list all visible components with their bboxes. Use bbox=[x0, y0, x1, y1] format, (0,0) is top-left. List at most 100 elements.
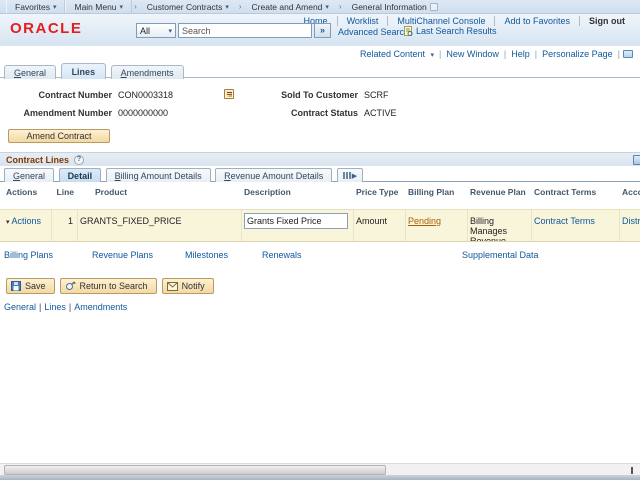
resize-grip-icon bbox=[631, 467, 633, 474]
notify-icon bbox=[167, 282, 178, 291]
window-bottom-edge bbox=[0, 476, 640, 480]
chevron-down-icon: ▾ bbox=[120, 3, 124, 11]
contract-lines-section: Contract Lines ? General Detail Billing … bbox=[0, 152, 640, 262]
description-input[interactable] bbox=[244, 213, 348, 229]
last-search-results-icon bbox=[404, 26, 413, 36]
favorites-label: Favorites bbox=[15, 2, 50, 12]
contract-status-label: Contract Status bbox=[258, 108, 358, 118]
page-toolbar: Save Return to Search Notify bbox=[6, 278, 640, 294]
crumb-label: Create and Amend bbox=[252, 2, 323, 12]
multichannel-console-link[interactable]: MultiChannel Console bbox=[387, 16, 494, 26]
table-row: ▾Actions 1 GRANTS_FIXED_PRICE Amount Pen… bbox=[0, 209, 640, 242]
milestones-link[interactable]: Milestones bbox=[185, 250, 228, 260]
accounting-distribution-link[interactable]: Distribution bbox=[622, 216, 640, 226]
search-input[interactable] bbox=[178, 23, 312, 38]
breadcrumb-create-and-amend[interactable]: Create and Amend ▾ bbox=[244, 0, 337, 13]
save-button[interactable]: Save bbox=[6, 278, 55, 294]
footer-lines-link[interactable]: Lines bbox=[44, 302, 66, 312]
contract-lines-tabs: General Detail Billing Amount Details Re… bbox=[0, 166, 640, 182]
comments-icon[interactable] bbox=[224, 89, 234, 99]
contract-lines-title: Contract Lines bbox=[6, 155, 69, 165]
search-scope-dropdown[interactable]: All ▾ bbox=[136, 23, 176, 38]
sold-to-customer-label: Sold To Customer bbox=[258, 90, 358, 100]
billing-plans-link[interactable]: Billing Plans bbox=[4, 250, 53, 260]
footer-amendments-link[interactable]: Amendments bbox=[74, 302, 127, 312]
sign-out-link[interactable]: Sign out bbox=[579, 16, 634, 26]
column-header-actions: Actions bbox=[0, 187, 52, 209]
masthead: Home Worklist MultiChannel Console Add t… bbox=[0, 14, 640, 46]
amend-contract-button[interactable]: Amend Contract bbox=[8, 129, 110, 143]
help-icon[interactable]: ? bbox=[74, 155, 84, 165]
chevron-down-icon: ▾ bbox=[431, 52, 435, 59]
subtab-detail[interactable]: Detail bbox=[59, 168, 102, 182]
personalize-layout-icon[interactable] bbox=[623, 50, 633, 58]
breadcrumb-customer-contracts[interactable]: Customer Contracts ▾ bbox=[139, 0, 237, 13]
search-go-button[interactable]: » bbox=[314, 23, 331, 38]
main-menu-label: Main Menu bbox=[74, 2, 116, 12]
column-header-product: Product bbox=[78, 187, 242, 209]
footer-general-link[interactable]: General bbox=[4, 302, 36, 312]
notify-label: Notify bbox=[182, 281, 205, 291]
supplemental-data-link[interactable]: Supplemental Data bbox=[462, 250, 539, 260]
page-actions-bar: Related Content ▾ | New Window | Help | … bbox=[0, 46, 640, 62]
column-header-revenue-plan: Revenue Plan bbox=[468, 187, 532, 209]
contract-number-value: CON0003318 bbox=[112, 90, 224, 100]
grid-header-row: Actions Line Product Description Price T… bbox=[0, 182, 640, 209]
tab-label: General bbox=[14, 68, 46, 78]
tab-label: Amendments bbox=[121, 68, 174, 78]
tab-lines[interactable]: Lines bbox=[61, 63, 107, 79]
chevron-down-icon: ▾ bbox=[53, 3, 57, 11]
add-to-favorites-link[interactable]: Add to Favorites bbox=[494, 16, 579, 26]
subtab-general[interactable]: General bbox=[4, 168, 54, 182]
separator: | bbox=[66, 302, 74, 312]
column-header-description: Description bbox=[242, 187, 354, 209]
row-actions-button[interactable]: ▾Actions bbox=[6, 216, 41, 226]
subtab-billing-amount-details[interactable]: Billing Amount Details bbox=[106, 168, 211, 182]
subtab-label: General bbox=[13, 171, 45, 181]
main-menu[interactable]: Main Menu ▾ bbox=[65, 0, 132, 13]
contract-status-value: ACTIVE bbox=[358, 108, 397, 118]
contract-terms-link[interactable]: Contract Terms bbox=[534, 216, 595, 226]
column-header-contract-terms: Contract Terms bbox=[532, 187, 620, 209]
subtab-revenue-amount-details[interactable]: Revenue Amount Details bbox=[215, 168, 332, 182]
row-actions-label: Actions bbox=[12, 216, 42, 226]
price-type-value: Amount bbox=[354, 210, 406, 241]
advanced-search-link[interactable]: Advanced Search bbox=[338, 27, 409, 37]
return-to-search-button[interactable]: Return to Search bbox=[60, 278, 157, 294]
related-content-label: Related Content bbox=[360, 49, 425, 59]
revenue-plans-link[interactable]: Revenue Plans bbox=[92, 250, 153, 260]
crumb-label: Customer Contracts bbox=[147, 2, 223, 12]
last-search-results-link[interactable]: Last Search Results bbox=[416, 26, 497, 36]
grid-personalize-icon[interactable] bbox=[633, 155, 640, 165]
help-link[interactable]: Help bbox=[506, 49, 535, 59]
tab-amendments[interactable]: Amendments bbox=[111, 65, 184, 79]
separator: | bbox=[618, 49, 620, 59]
chevron-down-icon: ▾ bbox=[6, 219, 10, 226]
favorites-menu[interactable]: Favorites ▾ bbox=[6, 0, 65, 13]
breadcrumb-general-information: General Information bbox=[344, 0, 446, 13]
contract-lines-header: Contract Lines ? bbox=[0, 152, 640, 166]
worklist-link[interactable]: Worklist bbox=[337, 16, 388, 26]
line-related-links: Billing Plans Revenue Plans Milestones R… bbox=[0, 250, 640, 262]
sold-to-customer-value: SCRF bbox=[358, 90, 389, 100]
tab-general[interactable]: General bbox=[4, 65, 56, 79]
contract-number-label: Contract Number bbox=[0, 90, 112, 100]
new-window-link[interactable]: New Window bbox=[441, 49, 504, 59]
personalize-page-link[interactable]: Personalize Page bbox=[537, 49, 618, 59]
show-all-columns-tab[interactable]: ▶ bbox=[337, 168, 363, 182]
crumb-label: General Information bbox=[352, 2, 427, 12]
column-header-line: Line bbox=[52, 187, 78, 209]
save-label: Save bbox=[25, 281, 46, 291]
column-header-price-type: Price Type bbox=[354, 187, 406, 209]
notify-button[interactable]: Notify bbox=[162, 278, 214, 294]
renewals-link[interactable]: Renewals bbox=[262, 250, 302, 260]
column-header-accounting: Accounting bbox=[620, 187, 640, 209]
subtab-label: Billing Amount Details bbox=[115, 171, 202, 181]
horizontal-scrollbar-track[interactable] bbox=[0, 463, 640, 476]
breadcrumb: Favorites ▾ Main Menu ▾ › Customer Contr… bbox=[0, 0, 640, 14]
related-content-link[interactable]: Related Content ▾ bbox=[355, 49, 439, 59]
amendment-number-label: Amendment Number bbox=[0, 108, 112, 118]
billing-plan-link[interactable]: Pending bbox=[408, 216, 441, 226]
processing-icon bbox=[430, 3, 438, 11]
horizontal-scrollbar-thumb[interactable] bbox=[4, 465, 386, 475]
